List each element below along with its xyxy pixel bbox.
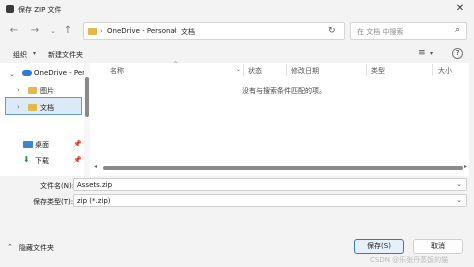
- chevron-down-icon[interactable]: ▾: [33, 50, 36, 57]
- window-title: 保存 ZIP 文件: [18, 6, 62, 14]
- view-list-icon[interactable]: ≡: [418, 48, 426, 58]
- hide-folders-toggle[interactable]: 隐藏文件夹: [19, 243, 54, 253]
- app-icon: [6, 5, 14, 13]
- sidebar-item-downloads[interactable]: 下载: [35, 156, 49, 166]
- horizontal-scrollbar-thumb[interactable]: [103, 166, 463, 170]
- empty-message: 没有与搜索条件匹配的项。: [242, 87, 326, 95]
- sidebar-item-documents[interactable]: 文档: [40, 103, 54, 113]
- scroll-right-icon[interactable]: ▸: [464, 163, 467, 170]
- cloud-icon: [22, 70, 32, 76]
- filetype-label: 保存类型(T):: [33, 198, 74, 206]
- search-input[interactable]: 在 文档 中搜索 ⌕: [350, 22, 467, 40]
- forward-arrow-icon[interactable]: →: [29, 25, 41, 37]
- chevron-down-icon[interactable]: ⌄: [456, 180, 462, 188]
- sidebar-item-onedrive[interactable]: OneDrive - Per: [34, 69, 85, 77]
- column-divider[interactable]: [286, 64, 287, 76]
- filetype-value[interactable]: zip (*.zip): [77, 197, 111, 205]
- filename-field[interactable]: Assets.zip ⌄: [73, 178, 467, 191]
- download-icon: ⬇: [23, 155, 30, 164]
- column-divider[interactable]: [243, 64, 244, 76]
- breadcrumb-separator: ›: [100, 27, 103, 35]
- desktop-icon: [23, 141, 33, 148]
- chevron-down-icon[interactable]: ⌄: [236, 66, 241, 73]
- chevron-right-icon[interactable]: ›: [17, 103, 20, 111]
- new-folder-button[interactable]: 新建文件夹: [48, 50, 83, 60]
- sidebar-item-desktop[interactable]: 桌面: [35, 140, 49, 150]
- help-icon[interactable]: ?: [452, 48, 463, 59]
- pin-icon: 📌: [73, 156, 82, 164]
- sort-ascending-icon: ^: [173, 61, 179, 68]
- chevron-right-icon[interactable]: ›: [17, 86, 20, 94]
- chevron-up-icon[interactable]: ⌃: [7, 243, 13, 251]
- content-scrollbar[interactable]: [469, 63, 474, 176]
- column-header-size[interactable]: 大小: [438, 66, 452, 80]
- breadcrumb-onedrive[interactable]: OneDrive - Personal: [107, 27, 177, 35]
- filetype-select[interactable]: zip (*.zip) ⌄: [73, 194, 467, 207]
- file-list[interactable]: [90, 63, 469, 176]
- chevron-down-icon[interactable]: ⌄: [456, 196, 462, 204]
- cancel-button[interactable]: 取消: [413, 239, 463, 254]
- column-header-type[interactable]: 类型: [371, 66, 385, 80]
- column-divider[interactable]: [432, 64, 433, 76]
- column-header-name[interactable]: 名称: [110, 66, 124, 80]
- refresh-icon[interactable]: ↻: [328, 26, 336, 36]
- folder-icon: [28, 104, 37, 111]
- sidebar-scrollbar-thumb[interactable]: [85, 77, 89, 117]
- chevron-down-icon[interactable]: ⌄: [47, 25, 59, 37]
- folder-icon: [88, 28, 97, 35]
- filename-label: 文件名(N):: [40, 182, 75, 190]
- title-bar: [0, 0, 474, 19]
- filename-value[interactable]: Assets.zip: [77, 181, 112, 189]
- close-icon[interactable]: ✕: [452, 2, 468, 16]
- up-arrow-icon[interactable]: ↑: [62, 25, 74, 37]
- folder-icon: [28, 87, 37, 94]
- back-arrow-icon[interactable]: ←: [8, 25, 20, 37]
- sidebar-item-pictures[interactable]: 图片: [40, 86, 54, 96]
- search-icon[interactable]: ⌕: [455, 25, 460, 35]
- organize-menu[interactable]: 组织: [13, 50, 27, 60]
- chevron-down-icon[interactable]: ▾: [430, 50, 433, 57]
- column-header-status[interactable]: 状态: [248, 66, 262, 80]
- column-divider[interactable]: [366, 64, 367, 76]
- watermark: CSDN @乐张丹蒸饭的猫: [370, 256, 449, 264]
- save-button[interactable]: 保存(S): [354, 239, 404, 254]
- pin-icon: 📌: [73, 140, 82, 148]
- breadcrumb-separator: ›: [173, 27, 176, 35]
- scroll-left-icon[interactable]: ◂: [94, 163, 97, 170]
- column-header-modified[interactable]: 修改日期: [291, 66, 319, 80]
- chevron-down-icon[interactable]: ⌄: [9, 70, 15, 78]
- search-placeholder: 在 文档 中搜索: [357, 28, 404, 36]
- breadcrumb-documents[interactable]: 文档: [181, 27, 195, 37]
